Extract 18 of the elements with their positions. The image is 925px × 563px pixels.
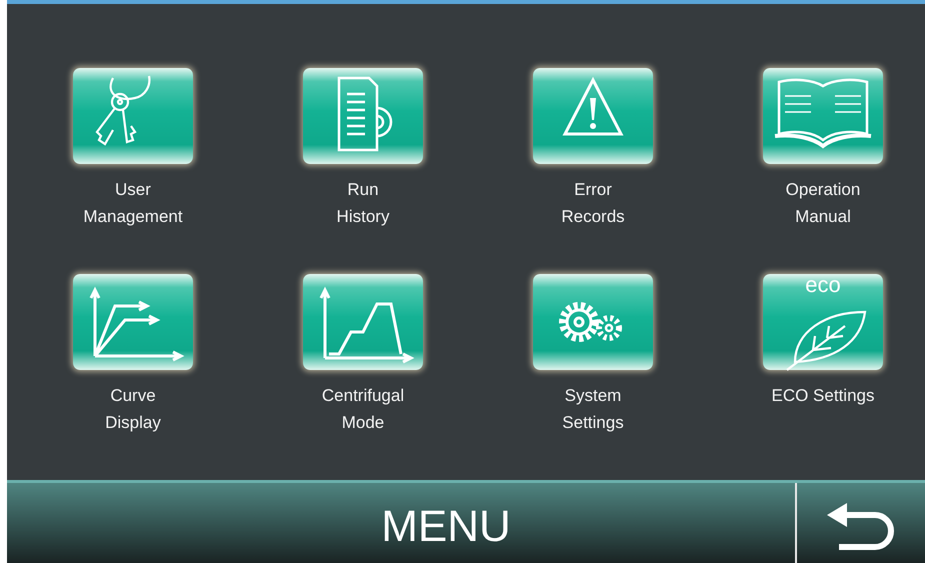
tile-label: System Settings <box>562 385 624 434</box>
tile-label: Run History <box>336 179 390 228</box>
tile-label: Curve Display <box>105 385 161 434</box>
tile-label: Operation Manual <box>786 179 860 228</box>
menu-tile[interactable] <box>533 274 653 370</box>
menu-tile[interactable] <box>303 68 423 164</box>
menu-tile[interactable] <box>533 68 653 164</box>
tile-label: Error Records <box>561 179 625 228</box>
tile-label: User Management <box>83 179 183 228</box>
tile-label: Centrifugal Mode <box>322 385 404 434</box>
tile-label: ECO Settings <box>772 385 874 407</box>
back-arrow-icon <box>825 501 897 553</box>
menu-tile[interactable] <box>73 274 193 370</box>
menu-tile[interactable]: eco <box>763 274 883 370</box>
menu-tile[interactable] <box>73 68 193 164</box>
menu-title: MENU <box>380 502 512 552</box>
menu-tile[interactable] <box>303 274 423 370</box>
menu-tile[interactable] <box>763 68 883 164</box>
